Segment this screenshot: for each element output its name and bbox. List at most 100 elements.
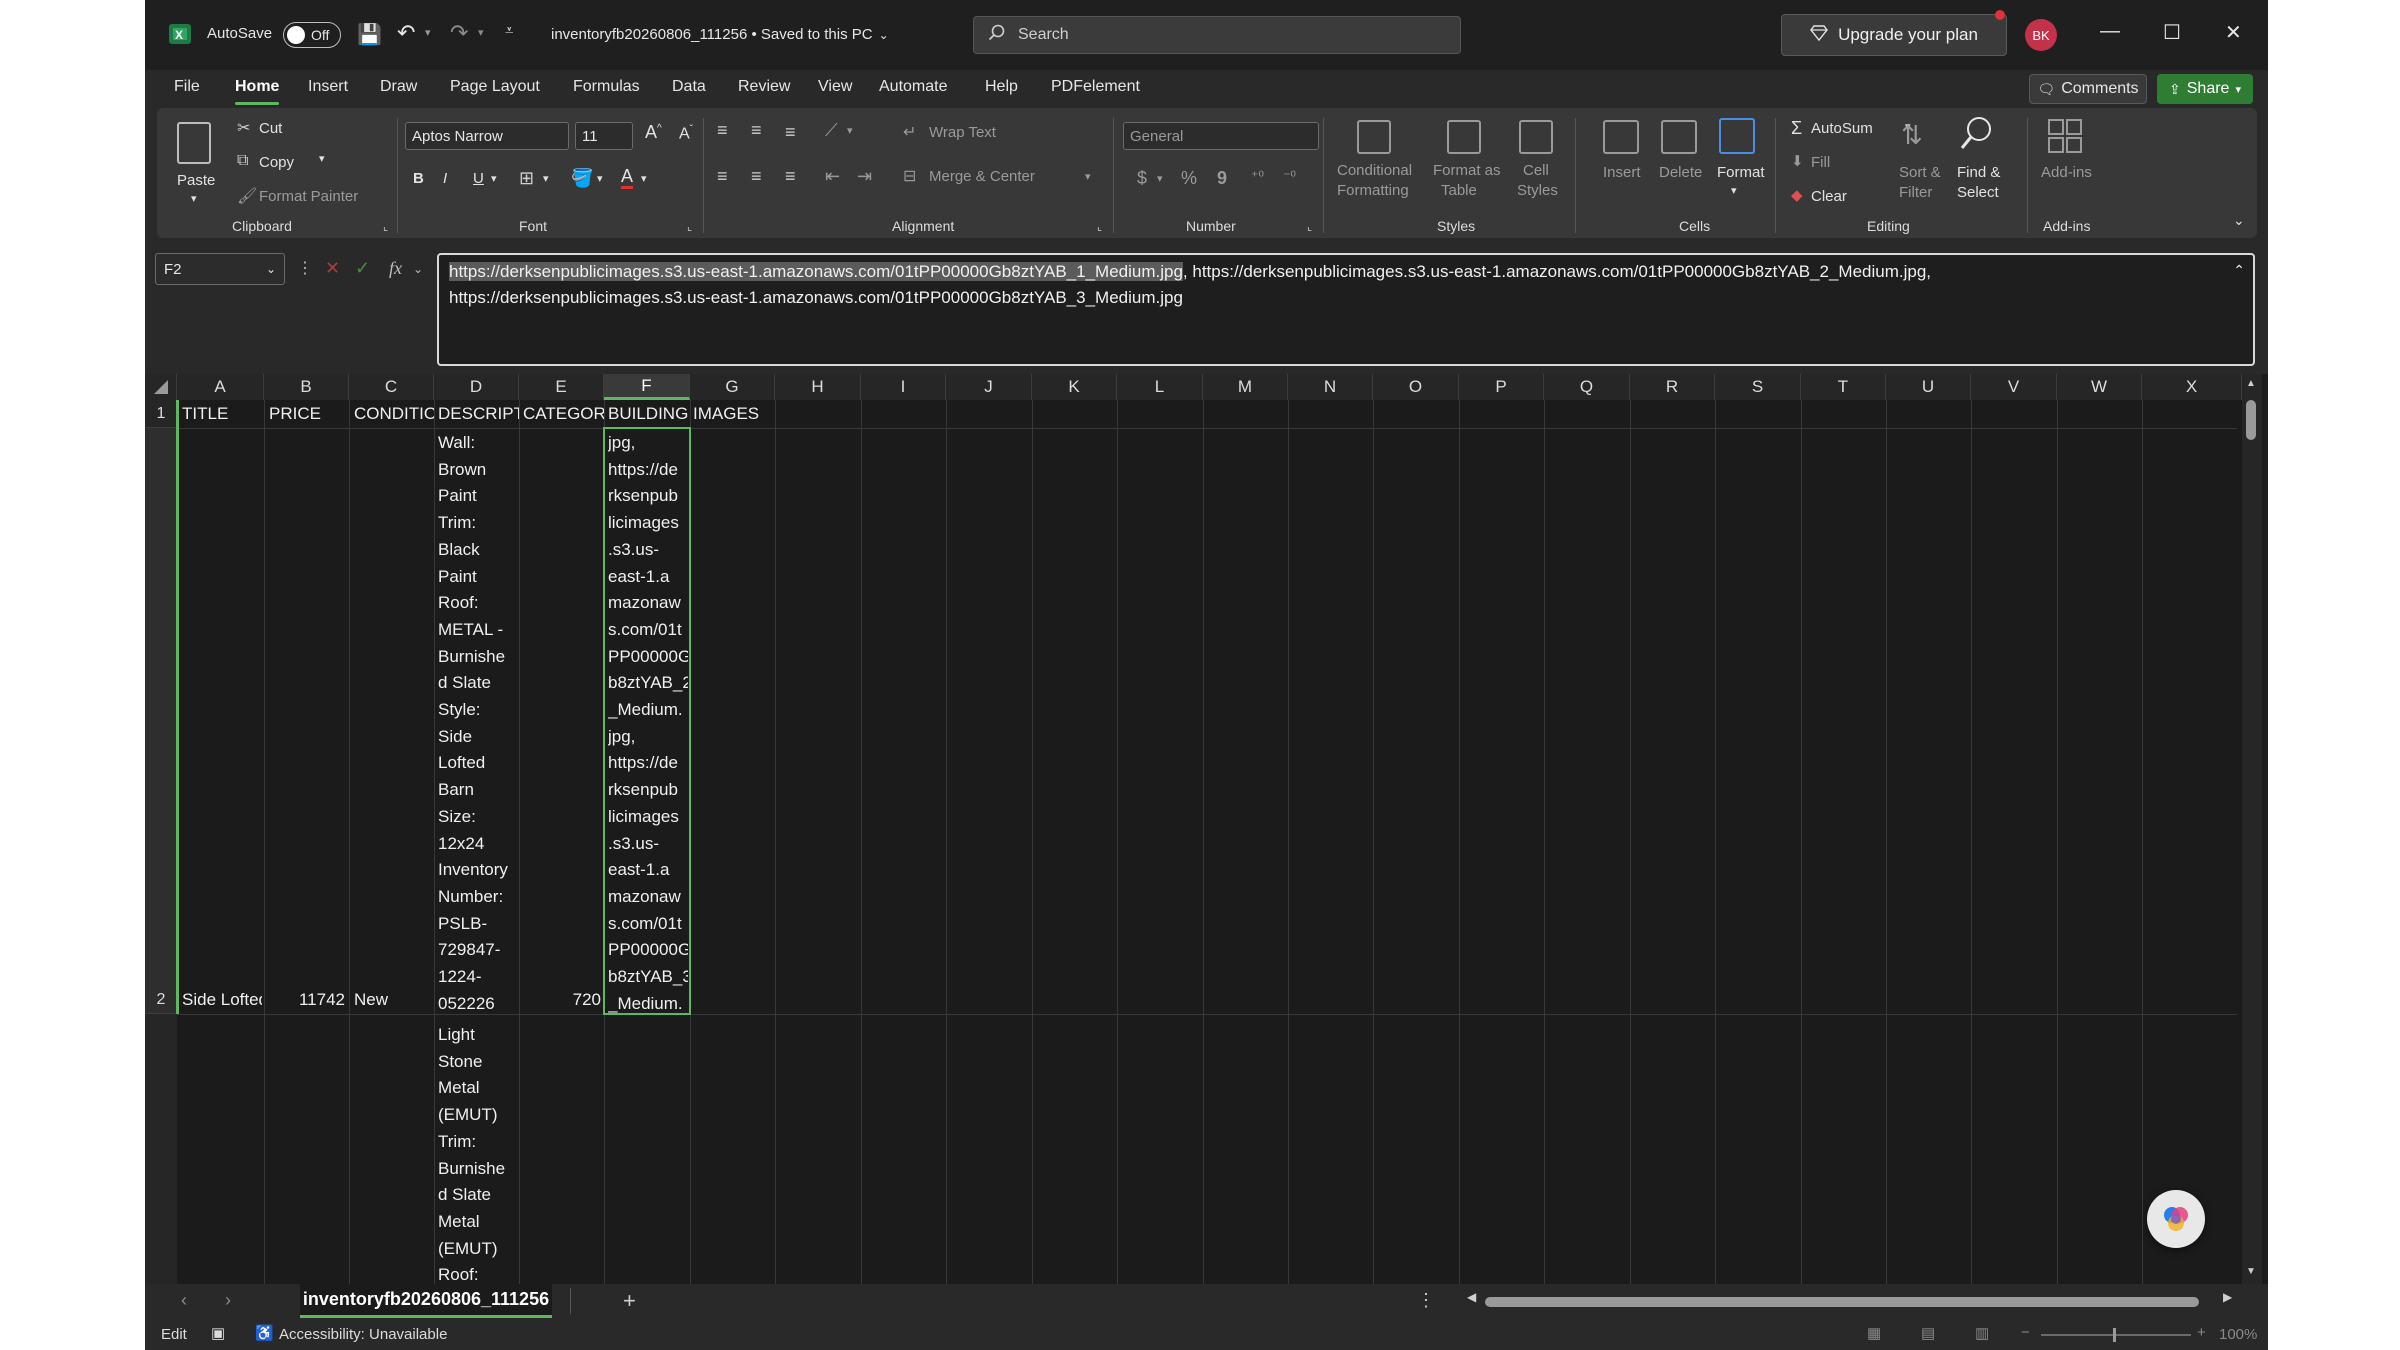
column-header-c[interactable]: C [349, 374, 434, 400]
name-box[interactable]: F2 ⌄ [155, 253, 285, 285]
more-options-icon[interactable]: ⋮ [297, 258, 313, 278]
sort-filter-label-2[interactable]: Filter [1899, 184, 1932, 201]
cancel-entry-icon[interactable]: ✕ [325, 258, 340, 279]
cell-e2[interactable]: 720 [523, 990, 601, 1010]
chevron-down-icon[interactable]: ▾ [491, 172, 497, 185]
menu-review[interactable]: Review [738, 78, 790, 96]
chevron-down-icon[interactable]: ▾ [543, 172, 549, 185]
comma-button[interactable]: 9 [1217, 168, 1227, 189]
conditional-formatting-label-1[interactable]: Conditional [1337, 162, 1412, 179]
search-box[interactable]: Search [973, 16, 1461, 54]
cell-c1[interactable]: CONDITIO [354, 404, 434, 424]
page-break-view-icon[interactable]: ▥ [1975, 1324, 1989, 1342]
format-cells-label[interactable]: Format [1717, 164, 1765, 181]
sort-filter-icon[interactable]: ⇅ [1901, 120, 1923, 151]
number-format-select[interactable]: General [1123, 122, 1319, 150]
format-cells-icon[interactable] [1719, 118, 1755, 154]
column-header-u[interactable]: U [1886, 374, 1971, 400]
cell-f1[interactable]: BUILDING IMAGES [608, 404, 778, 424]
conditional-formatting-label-2[interactable]: Formatting [1337, 182, 1409, 199]
scroll-left-icon[interactable]: ◀ [1467, 1290, 1476, 1304]
column-header-a[interactable]: A [177, 374, 264, 400]
delete-cells-label[interactable]: Delete [1659, 164, 1702, 181]
cell-styles-label-1[interactable]: Cell [1523, 162, 1549, 179]
zoom-in-icon[interactable]: + [2197, 1324, 2206, 1341]
menu-view[interactable]: View [818, 78, 852, 96]
dialog-launcher-icon[interactable]: ⌞ [687, 220, 692, 233]
chevron-down-icon[interactable]: ▾ [1731, 184, 1737, 197]
font-family-select[interactable]: Aptos Narrow [405, 122, 569, 150]
menu-home[interactable]: Home [235, 78, 280, 105]
zoom-level[interactable]: 100% [2219, 1326, 2257, 1343]
collapse-ribbon-icon[interactable]: ⌄ [2233, 212, 2245, 229]
paste-label[interactable]: Paste [177, 172, 215, 189]
format-painter-icon[interactable]: 🖌 [237, 186, 257, 206]
add-sheet-icon[interactable]: + [623, 1288, 636, 1314]
align-center-icon[interactable]: ≡ [751, 166, 762, 187]
chevron-down-icon[interactable]: ▾ [191, 192, 197, 205]
chevron-down-icon[interactable]: ▾ [1157, 172, 1163, 185]
fill-label[interactable]: Fill [1811, 154, 1830, 171]
insert-cells-label[interactable]: Insert [1603, 164, 1641, 181]
scroll-right-icon[interactable]: ▶ [2223, 1290, 2232, 1304]
menu-data[interactable]: Data [672, 78, 706, 96]
clear-label[interactable]: Clear [1811, 188, 1847, 205]
decrease-indent-icon[interactable]: ⇤ [825, 166, 840, 187]
column-header-k[interactable]: K [1032, 374, 1117, 400]
row-header-3[interactable] [145, 1014, 177, 1284]
copy-icon[interactable]: ⧉ [237, 152, 248, 170]
row-header-1[interactable]: 1 [145, 400, 177, 428]
cell-d1[interactable]: DESCRIPTI [438, 404, 519, 424]
find-select-icon[interactable] [1959, 116, 1993, 157]
copilot-button[interactable] [2147, 1190, 2205, 1248]
column-header-t[interactable]: T [1801, 374, 1886, 400]
autosum-icon[interactable]: Σ [1791, 118, 1802, 139]
align-top-icon[interactable]: ≡ [717, 120, 728, 141]
dialog-launcher-icon[interactable]: ⌞ [1307, 220, 1312, 233]
column-header-o[interactable]: O [1373, 374, 1459, 400]
menu-pdfelement[interactable]: PDFelement [1051, 78, 1140, 96]
save-icon[interactable]: 💾 [357, 22, 382, 47]
scroll-up-icon[interactable]: ▲ [2246, 378, 2256, 389]
bold-button[interactable]: B [413, 170, 424, 187]
zoom-slider-thumb[interactable] [2113, 1328, 2116, 1342]
wrap-text-label[interactable]: Wrap Text [929, 124, 996, 141]
minimize-icon[interactable]: — [2100, 20, 2120, 43]
column-header-m[interactable]: M [1203, 374, 1288, 400]
eraser-icon[interactable]: ◆ [1791, 186, 1803, 204]
redo-dropdown-icon[interactable]: ▾ [478, 26, 484, 39]
cut-label[interactable]: Cut [259, 120, 282, 137]
conditional-formatting-icon[interactable] [1357, 120, 1391, 154]
sheet-tab-active[interactable]: inventoryfb20260806_111256 [300, 1284, 552, 1318]
align-bottom-icon[interactable]: ≡ [785, 122, 796, 143]
add-ins-label[interactable]: Add-ins [2041, 164, 2092, 181]
merge-center-icon[interactable]: ⊟ [903, 166, 916, 186]
wrap-text-icon[interactable]: ↵ [903, 122, 916, 142]
decrease-font-icon[interactable]: Aˇ [679, 124, 693, 143]
upgrade-plan-button[interactable]: Upgrade your plan [1781, 14, 2007, 56]
avatar[interactable]: BK [2025, 19, 2057, 51]
font-size-select[interactable]: 11 [575, 122, 633, 150]
increase-indent-icon[interactable]: ⇥ [857, 166, 872, 187]
insert-cells-icon[interactable] [1603, 120, 1639, 154]
chevron-down-icon[interactable]: ▾ [641, 172, 647, 185]
format-as-table-icon[interactable] [1447, 120, 1481, 154]
column-header-e[interactable]: E [519, 374, 604, 400]
accessibility-icon[interactable]: ♿ [255, 1324, 274, 1342]
column-header-j[interactable]: J [946, 374, 1032, 400]
menu-formulas[interactable]: Formulas [573, 78, 640, 96]
cell-c2[interactable]: New [354, 990, 432, 1010]
format-as-table-label-1[interactable]: Format as [1433, 162, 1501, 179]
chevron-down-icon[interactable]: ⌄ [413, 262, 423, 276]
currency-button[interactable]: $ [1137, 168, 1147, 189]
horizontal-scroll-thumb[interactable] [1485, 1297, 2199, 1307]
increase-decimal-icon[interactable]: ⁺⁰ [1251, 168, 1264, 185]
find-select-label-2[interactable]: Select [1957, 184, 1999, 201]
dialog-launcher-icon[interactable]: ⌞ [383, 220, 388, 233]
cell-d3[interactable]: Light Stone Metal (EMUT) Trim: Burnishe … [438, 1022, 518, 1284]
menu-automate[interactable]: Automate [879, 78, 947, 96]
filename[interactable]: inventoryfb20260806_111256 • Saved to th… [551, 26, 889, 43]
menu-page-layout[interactable]: Page Layout [450, 78, 540, 96]
previous-sheet-icon[interactable]: ‹ [181, 1290, 187, 1311]
column-header-v[interactable]: V [1971, 374, 2057, 400]
